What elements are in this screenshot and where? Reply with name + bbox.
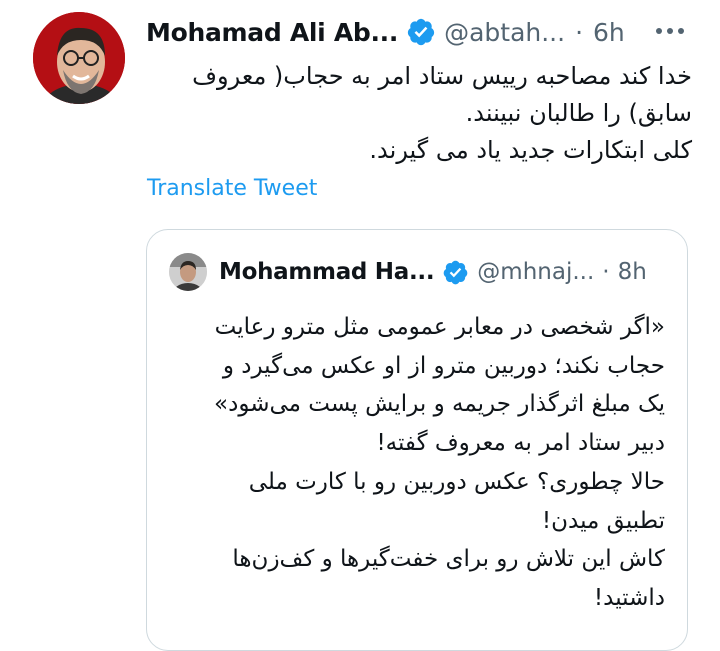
quoted-text-line: تطبیق میدن!	[541, 507, 665, 534]
translate-tweet-link[interactable]: Translate Tweet	[147, 176, 317, 201]
verified-badge-icon	[407, 18, 435, 46]
more-options-button[interactable]	[650, 16, 690, 46]
quoted-author-name[interactable]: Mohammad Ha...	[219, 259, 435, 285]
more-options-icon	[656, 28, 684, 34]
tweet-text-line: سابق) را طالبان نبینند.	[465, 99, 692, 127]
quoted-tweet-timestamp[interactable]: 8h	[618, 259, 647, 285]
author-handle[interactable]: @abtah...	[444, 18, 565, 47]
quoted-tweet-header: Mohammad Ha... @mhnaj... · 8h	[219, 254, 647, 290]
quoted-text-line: حالا چطوری؟ عکس دوربین رو با کارت ملی	[248, 468, 665, 495]
verified-badge-icon	[443, 260, 468, 284]
tweet-text-line: کلی ابتکارات جدید یاد می گیرند.	[369, 136, 692, 164]
quoted-header-separator: ·	[602, 259, 610, 285]
header-separator: ·	[575, 17, 584, 47]
quoted-text-line: کاش این تلاش رو برای خفت‌گیرها و کف‌زن‌ه…	[232, 546, 665, 573]
quoted-author-avatar[interactable]	[169, 253, 207, 291]
quoted-text-line: «اگر شخصی در معابر عمومی مثل مترو رعایت	[214, 314, 665, 340]
quoted-text-line: حجاب نکند؛ دوربین مترو از او عکس می‌گیرد…	[222, 352, 665, 379]
avatar-portrait-icon	[33, 12, 125, 104]
quoted-tweet[interactable]: Mohammad Ha... @mhnaj... · 8h «اگر شخصی …	[146, 229, 688, 651]
quoted-text-line: داشتید!	[593, 584, 665, 611]
author-name[interactable]: Mohamad Ali Ab...	[146, 18, 398, 47]
quoted-tweet-text: «اگر شخصی در معابر عمومی مثل مترو رعایت …	[171, 308, 665, 618]
tweet-text: خدا کند مصاحبه رییس ستاد امر به حجاب( مع…	[140, 58, 692, 169]
quoted-text-line: دبیر ستاد امر به معروف گفته!	[376, 430, 665, 457]
quoted-text-line: یک مبلغ اثرگذار جریمه و برایش پست می‌شود…	[214, 391, 665, 418]
quoted-avatar-portrait-icon	[169, 253, 207, 291]
tweet-timestamp[interactable]: 6h	[593, 18, 625, 47]
author-avatar[interactable]	[33, 12, 125, 104]
tweet-header: Mohamad Ali Ab... @abtah... · 6h	[146, 14, 625, 50]
tweet-text-line: خدا کند مصاحبه رییس ستاد امر به حجاب( مع…	[192, 62, 692, 90]
quoted-author-handle[interactable]: @mhnaj...	[477, 259, 594, 285]
